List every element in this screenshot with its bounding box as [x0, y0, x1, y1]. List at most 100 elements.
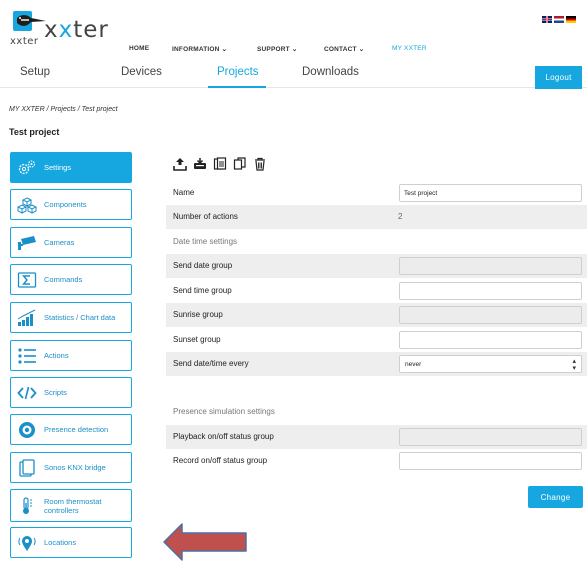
- form-row-sunrise: Sunrise group: [166, 303, 587, 327]
- sidebar-label-line2: controllers: [44, 505, 79, 515]
- nav-contact[interactable]: CONTACT ⌄: [324, 45, 364, 53]
- tab-setup[interactable]: Setup: [20, 66, 50, 78]
- location-pin-icon: [16, 532, 38, 554]
- sunrise-group-input[interactable]: [399, 306, 582, 324]
- bird-logo-icon: [13, 11, 46, 31]
- sidebar-label: Sonos KNX bridge: [44, 463, 106, 472]
- active-tab-indicator: [208, 86, 266, 88]
- page-title: Test project: [9, 127, 60, 137]
- upload-icon[interactable]: [172, 156, 187, 171]
- project-toolbar: [172, 156, 267, 171]
- logout-button[interactable]: Logout: [535, 66, 582, 89]
- playback-status-group-input[interactable]: [399, 428, 582, 446]
- sidebar-item-cameras[interactable]: Cameras: [10, 227, 132, 258]
- sidebar-label: Room thermostat controllers: [44, 497, 102, 515]
- presence-eye-icon: [16, 419, 38, 441]
- sidebar-label: Presence detection: [44, 425, 109, 434]
- sidebar-item-statistics[interactable]: Statistics / Chart data: [10, 302, 132, 333]
- send-date-group-input[interactable]: [399, 257, 582, 275]
- nav-home[interactable]: HOME: [129, 45, 149, 52]
- sidebar-label: Locations: [44, 538, 77, 547]
- tab-projects[interactable]: Projects: [217, 66, 259, 78]
- duplicate-icon[interactable]: [232, 156, 247, 171]
- project-name-input[interactable]: [399, 184, 582, 202]
- nl-flag-icon[interactable]: [554, 16, 564, 23]
- brand-prefix: x: [44, 17, 59, 43]
- sunset-group-input[interactable]: [399, 331, 582, 349]
- select-arrows-icon: ▴ ▾: [572, 358, 576, 372]
- sidebar-label: Cameras: [44, 238, 75, 247]
- brand-suffix: ter: [73, 17, 109, 43]
- sidebar-item-components[interactable]: Components: [10, 189, 132, 220]
- change-button[interactable]: Change: [528, 486, 583, 508]
- sidebar-item-actions[interactable]: Actions: [10, 340, 132, 371]
- sidebar-item-scripts[interactable]: Scripts: [10, 377, 132, 408]
- components-cubes-icon: [16, 194, 38, 216]
- date-time-settings-heading: Date time settings: [173, 237, 238, 246]
- form-row-date-time-heading: Date time settings: [166, 230, 587, 254]
- sidebar-label: Statistics / Chart data: [44, 313, 116, 322]
- number-of-actions-value: 2: [398, 212, 403, 221]
- camera-icon: [16, 232, 38, 254]
- brand-x: x: [58, 17, 74, 43]
- form-row-record: Record on/off status group: [166, 449, 587, 473]
- send-every-select[interactable]: never ▴ ▾: [399, 355, 582, 373]
- code-icon: [16, 382, 38, 404]
- form-row-actions: Number of actions 2: [166, 205, 587, 229]
- sidebar-label: Commands: [44, 275, 83, 284]
- form-row-sunset: Sunset group: [166, 328, 587, 352]
- sidebar-item-presence[interactable]: Presence detection: [10, 414, 132, 445]
- sunset-group-label: Sunset group: [173, 335, 221, 344]
- sum-command-icon: [16, 269, 38, 291]
- sidebar-item-locations[interactable]: Locations: [10, 527, 132, 558]
- sidebar-item-settings[interactable]: Settings: [10, 152, 132, 183]
- record-status-group-label: Record on/off status group: [173, 456, 268, 465]
- sidebar-label: Scripts: [44, 388, 67, 397]
- top-navigation: HOME INFORMATION ⌄ SUPPORT ⌄ CONTACT ⌄ M…: [0, 45, 587, 57]
- language-selector: [542, 16, 576, 23]
- trash-icon[interactable]: [252, 156, 267, 171]
- send-time-group-input[interactable]: [399, 282, 582, 300]
- presence-simulation-heading: Presence simulation settings: [173, 407, 275, 416]
- form-row-presence-heading: Presence simulation settings: [166, 400, 587, 424]
- form-row-send-time: Send time group: [166, 279, 587, 303]
- download-icon[interactable]: [192, 156, 207, 171]
- number-of-actions-label: Number of actions: [173, 212, 238, 221]
- sidebar-item-thermostat[interactable]: Room thermostat controllers: [10, 489, 132, 522]
- sidebar-item-commands[interactable]: Commands: [10, 264, 132, 295]
- brand-name: xxter: [44, 17, 109, 43]
- tab-bar: Setup Devices Projects Downloads: [0, 60, 587, 88]
- thermostat-icon: [16, 495, 38, 517]
- breadcrumb: MY XXTER / Projects / Test project: [9, 106, 118, 113]
- tab-downloads[interactable]: Downloads: [302, 66, 359, 78]
- form-row-name: Name: [166, 181, 587, 205]
- send-every-selected-value: never: [405, 361, 422, 368]
- send-time-group-label: Send time group: [173, 286, 232, 295]
- sidebar-label: Components: [44, 200, 87, 209]
- sidebar-label: Actions: [44, 351, 69, 360]
- send-date-group-label: Send date group: [173, 261, 233, 270]
- form-row-send-every: Send date/time every never ▴ ▾: [166, 352, 587, 376]
- record-status-group-input[interactable]: [399, 452, 582, 470]
- nav-support[interactable]: SUPPORT ⌄: [257, 45, 297, 53]
- send-date-time-every-label: Send date/time every: [173, 359, 249, 368]
- annotation-arrow-icon: [163, 523, 247, 561]
- sidebar-label: Settings: [44, 163, 72, 172]
- form-row-send-date: Send date group: [166, 254, 587, 278]
- nav-my-xxter[interactable]: MY XXTER: [392, 45, 427, 52]
- bar-chart-icon: [16, 307, 38, 329]
- form-row-playback: Playback on/off status group: [166, 425, 587, 449]
- name-label: Name: [173, 188, 195, 197]
- playback-status-group-label: Playback on/off status group: [173, 432, 274, 441]
- list-icon: [16, 345, 38, 367]
- sidebar-label-line1: Room thermostat: [44, 496, 102, 506]
- de-flag-icon[interactable]: [566, 16, 576, 23]
- sidebar-item-sonos[interactable]: Sonos KNX bridge: [10, 452, 132, 483]
- copy-project-icon[interactable]: [212, 156, 227, 171]
- tab-devices[interactable]: Devices: [121, 66, 162, 78]
- uk-flag-icon[interactable]: [542, 16, 552, 23]
- sunrise-group-label: Sunrise group: [173, 310, 223, 319]
- nav-information[interactable]: INFORMATION ⌄: [172, 45, 227, 53]
- settings-gears-icon: [16, 157, 38, 179]
- sonos-speaker-icon: [16, 457, 38, 479]
